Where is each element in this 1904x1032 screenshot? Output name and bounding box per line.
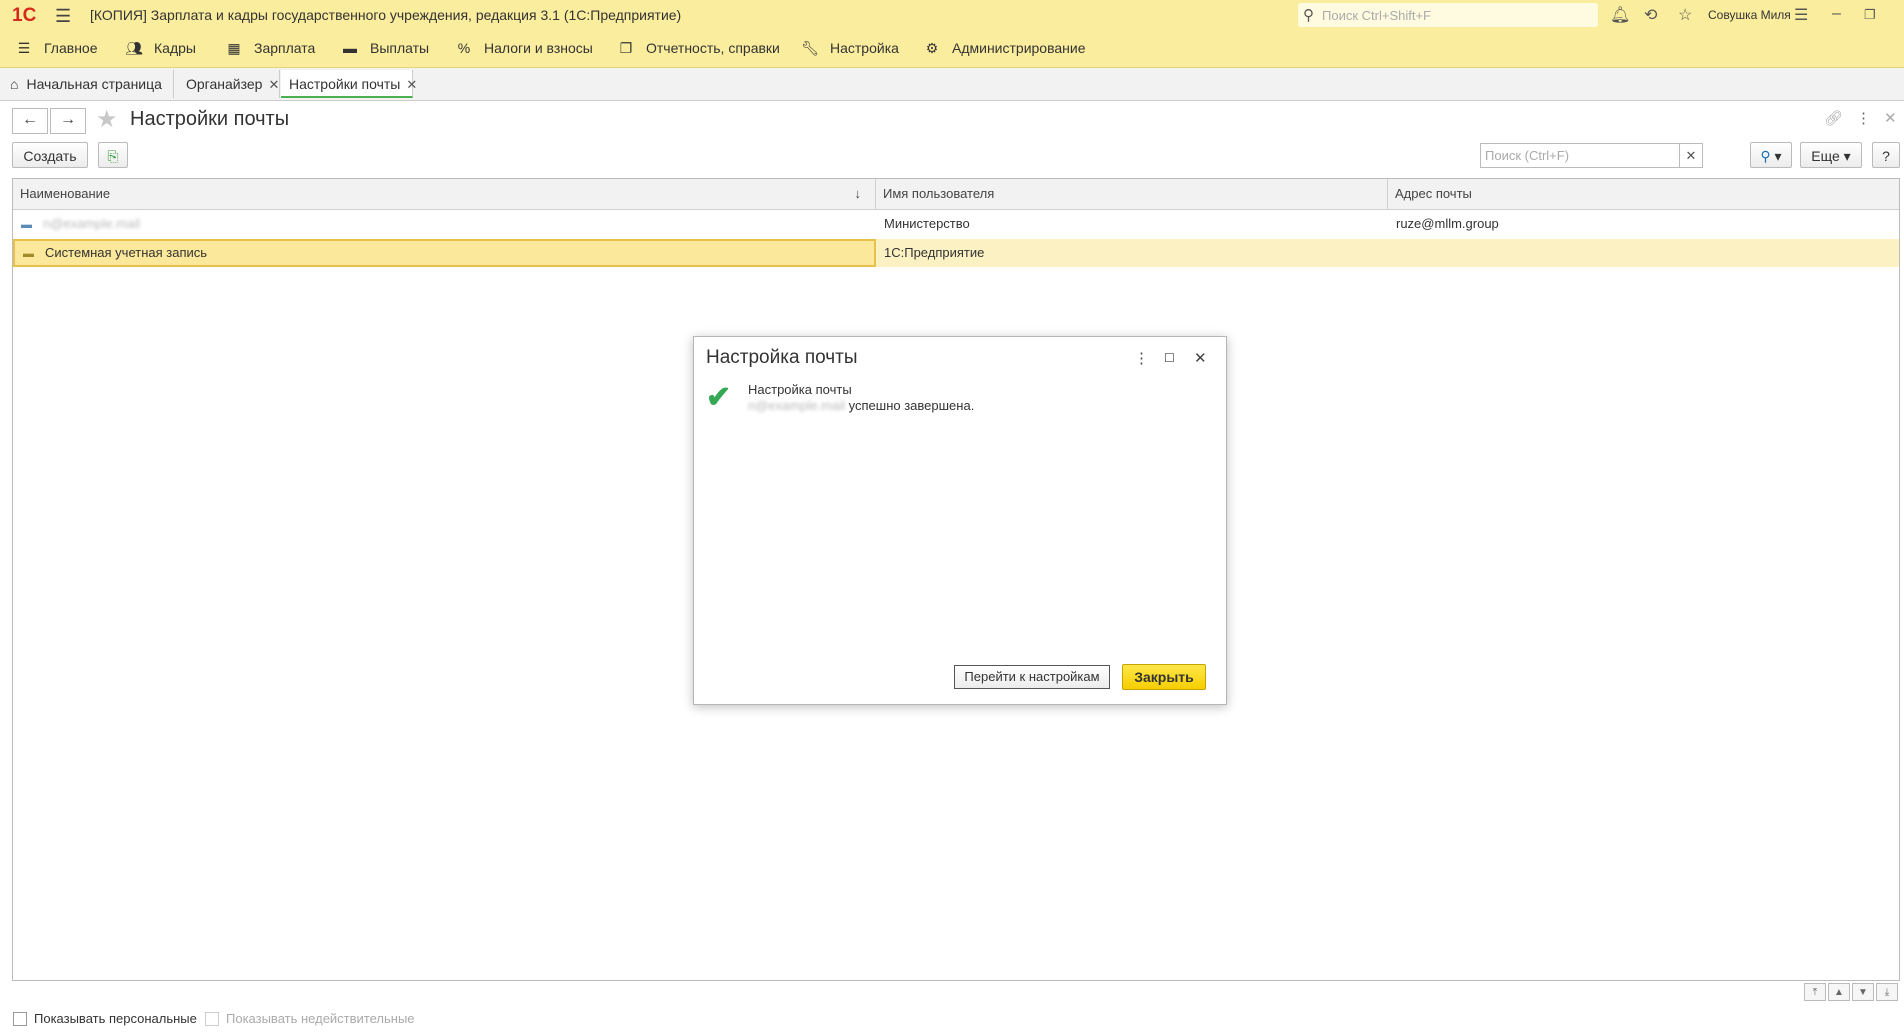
- menu-item-main[interactable]: ☰ Главное: [14, 30, 98, 67]
- scroll-up-button[interactable]: ▲: [1828, 983, 1850, 1001]
- search-icon: ⚲: [1760, 148, 1771, 164]
- show-personal-checkbox[interactable]: [13, 1012, 27, 1026]
- column-header-email[interactable]: Адрес почты: [1388, 179, 1899, 209]
- goto-settings-button[interactable]: Перейти к настройкам: [954, 665, 1110, 689]
- open-tabs-bar: ⌂ Начальная страница Органайзер ✕ Настройк…: [0, 68, 1904, 101]
- menu-item-hr[interactable]: 👥︎ Кадры: [124, 30, 196, 67]
- tab-organizer[interactable]: Органайзер ✕: [174, 70, 280, 98]
- percent-icon: %: [457, 40, 471, 56]
- table-row[interactable]: ▬ n@example.mail Министерство ruze@mllm.g…: [13, 210, 1899, 238]
- account-email: [1388, 239, 1899, 267]
- bell-icon[interactable]: 🔔︎: [1610, 5, 1630, 25]
- close-icon[interactable]: ✕: [268, 77, 279, 92]
- title-bar: 1С ☰ [КОПИЯ] Зарплата и кадры государств…: [0, 0, 1904, 30]
- close-form-icon[interactable]: ✕: [1884, 109, 1897, 127]
- column-header-name[interactable]: Наименование ↓: [13, 179, 876, 209]
- dialog-title: Настройка почты: [706, 347, 858, 368]
- global-search-placeholder: Поиск Ctrl+Shift+F: [1322, 8, 1431, 23]
- documents-icon: ❐: [619, 40, 633, 56]
- show-invalid-checkbox[interactable]: [205, 1012, 219, 1026]
- more-button[interactable]: Еще ▾: [1800, 142, 1862, 168]
- global-search-input[interactable]: ⚲ Поиск Ctrl+Shift+F: [1298, 3, 1598, 27]
- table-header: Наименование ↓ Имя пользователя Адрес поч…: [13, 179, 1899, 210]
- scroll-down-button[interactable]: ▼: [1852, 983, 1874, 1001]
- section-menu: ☰ Главное 👥︎ Кадры ▦ Зарплата ▬ Выплаты % Нал…: [0, 30, 1904, 68]
- more-vertical-icon[interactable]: ⋮: [1134, 349, 1149, 367]
- user-name[interactable]: Совушка Миля: [1708, 8, 1791, 22]
- help-button[interactable]: ?: [1872, 142, 1900, 168]
- account-user: 1С:Предприятие: [884, 245, 985, 260]
- account-icon: ▬: [21, 219, 32, 231]
- maximize-icon[interactable]: ☐: [1164, 351, 1175, 365]
- create-button[interactable]: Создать: [12, 142, 88, 168]
- column-header-user[interactable]: Имя пользователя: [876, 179, 1388, 209]
- main-menu-icon[interactable]: ☰: [55, 6, 71, 27]
- history-icon[interactable]: ⟲: [1644, 5, 1657, 25]
- more-vertical-icon[interactable]: ⋮: [1856, 109, 1871, 127]
- show-personal-label: Показывать персональные: [34, 1011, 197, 1026]
- gear-icon: ⚙: [925, 40, 939, 56]
- menu-item-taxes[interactable]: % Налоги и взносы: [454, 30, 593, 67]
- list-icon: ☰: [17, 40, 31, 56]
- scroll-bottom-button[interactable]: ⤓: [1876, 983, 1898, 1001]
- app-title: [КОПИЯ] Зарплата и кадры государственног…: [90, 7, 682, 23]
- app-logo: 1С: [12, 5, 37, 26]
- people-icon: 👥︎: [125, 40, 143, 56]
- home-icon: ⌂: [10, 76, 19, 92]
- close-button[interactable]: Закрыть: [1122, 664, 1206, 690]
- sort-down-icon: ↓: [854, 186, 862, 201]
- list-search-input[interactable]: Поиск (Ctrl+F) ✕: [1480, 143, 1703, 168]
- tab-home[interactable]: ⌂ Начальная страница: [0, 70, 174, 98]
- star-icon[interactable]: ☆: [1678, 5, 1692, 25]
- dialog-message-line2: n@example.mail успешно завершена.: [748, 398, 975, 413]
- menu-item-salary[interactable]: ▦ Зарплата: [224, 30, 315, 67]
- restore-icon[interactable]: ❐: [1864, 7, 1876, 23]
- scroll-top-button[interactable]: ⤒: [1804, 983, 1826, 1001]
- search-button[interactable]: ⚲ ▾: [1750, 142, 1792, 168]
- account-name: n@example.mail: [43, 216, 141, 231]
- settings-menu-icon[interactable]: ☰: [1794, 5, 1808, 25]
- link-icon[interactable]: 🔗︎: [1824, 109, 1843, 127]
- tab-mail-settings[interactable]: Настройки почты ✕: [281, 70, 417, 98]
- system-account-icon: ▬: [23, 248, 34, 260]
- success-check-icon: ✔: [706, 381, 732, 414]
- account-user: Министерство: [884, 216, 970, 231]
- back-button[interactable]: ←: [12, 108, 48, 134]
- clear-search-icon[interactable]: ✕: [1679, 144, 1702, 167]
- menu-item-administration[interactable]: ⚙ Администрирование: [922, 30, 1086, 67]
- minimize-icon[interactable]: –: [1832, 5, 1841, 23]
- dialog-message-line1: Настройка почты: [748, 382, 852, 397]
- mail-setup-dialog: Настройка почты ⋮ ☐ ✕ ✔ Настройка почты …: [693, 336, 1227, 705]
- menu-item-payments[interactable]: ▬ Выплаты: [340, 30, 429, 67]
- close-icon[interactable]: ✕: [1194, 349, 1207, 367]
- copy-document-icon[interactable]: ⎘: [98, 142, 128, 168]
- favorite-star-icon[interactable]: ★: [96, 105, 118, 134]
- wrench-icon: 🔧︎: [801, 40, 819, 56]
- calculator-icon: ▦: [227, 40, 241, 56]
- account-name: Системная учетная запись: [45, 245, 208, 260]
- show-invalid-label: Показывать недействительные: [226, 1011, 415, 1026]
- menu-item-settings[interactable]: 🔧︎ Настройка: [800, 30, 899, 67]
- page-title: Настройки почты: [130, 108, 290, 130]
- search-icon: ⚲: [1303, 7, 1314, 24]
- close-icon[interactable]: ✕: [406, 77, 417, 92]
- wallet-icon: ▬: [343, 40, 357, 56]
- menu-item-reports[interactable]: ❐ Отчетность, справки: [616, 30, 780, 67]
- forward-button[interactable]: →: [50, 108, 86, 134]
- account-email: ruze@mllm.group: [1396, 216, 1499, 231]
- table-row[interactable]: ▬ Системная учетная запись 1С:Предприятие: [13, 239, 1899, 267]
